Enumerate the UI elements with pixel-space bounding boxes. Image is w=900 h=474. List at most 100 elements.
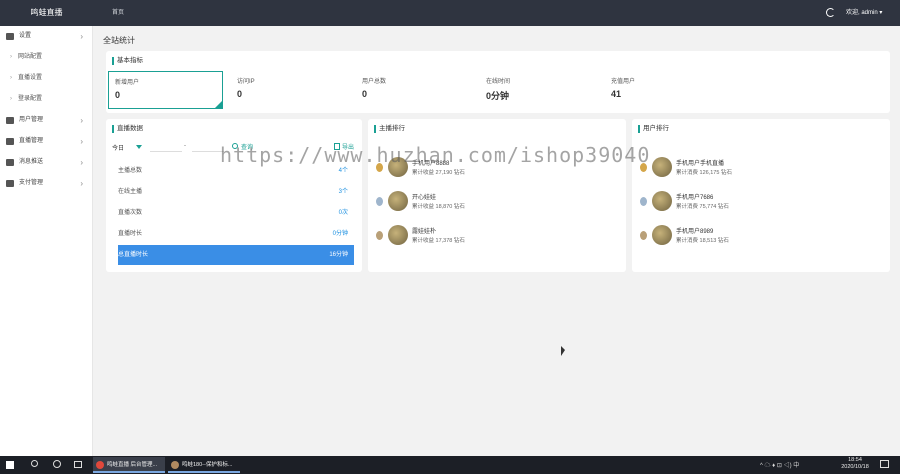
sidebar: 设置 › 网站配置 直播设置 登录配置 用户管理 › 直播管理 › 消息推送 ›… xyxy=(0,26,93,456)
rank-name: 开心娃娃 xyxy=(412,195,437,201)
start-date-input[interactable] xyxy=(150,143,182,152)
chevron-right-icon: › xyxy=(80,137,83,146)
anchor-rank-card: 主播排行 手机用户8888 累计收益 27,190 钻石 开心娃娃 累计收益 1… xyxy=(368,119,626,272)
stat-label: 新增用户 xyxy=(115,80,140,86)
stat-visit-ip[interactable]: 访问IP 0 xyxy=(231,71,346,109)
row-value: 16分钟 xyxy=(329,252,348,258)
bronze-medal-icon xyxy=(376,231,383,240)
chevron-right-icon: › xyxy=(80,32,83,41)
sidebar-subitem-live-settings[interactable]: 直播设置 xyxy=(0,68,92,89)
basic-indicators-card: 基本指标 新增用户 0 访问IP 0 用户总数 0 在线时间 0分钟 充值用户 … xyxy=(106,51,890,113)
row-label: 总直播时长 xyxy=(118,252,149,258)
windows-start-icon[interactable] xyxy=(6,461,14,469)
rank-row[interactable]: 露娃娃朴 累计收益 17,378 钻石 xyxy=(374,223,614,247)
row-value: 0分钟 xyxy=(332,231,348,237)
user-menu[interactable]: 欢迎, admin ▾ xyxy=(846,0,882,26)
rank-name: 手机用户7686 xyxy=(676,195,714,201)
rank-row[interactable]: 开心娃娃 累计收益 18,870 钻石 xyxy=(374,189,614,213)
card-title: 基本指标 xyxy=(112,57,143,65)
taskbar-app-label: 鸣蛙180--保护和标... xyxy=(182,462,233,468)
rank-row[interactable]: 手机用户手机直播 累计消费 126,175 钻石 xyxy=(638,155,878,179)
chevron-down-icon[interactable] xyxy=(136,145,142,149)
task-view-icon[interactable] xyxy=(74,461,82,468)
stat-total-users[interactable]: 用户总数 0 xyxy=(356,71,471,109)
avatar xyxy=(652,225,672,245)
user-rank-card: 用户排行 手机用户手机直播 累计消费 126,175 钻石 手机用户7686 累… xyxy=(632,119,890,272)
os-taskbar: 鸣蛙直播 后台管理... 鸣蛙180--保护和标... ^ ☁ ♦ ⊡ ◁) 中… xyxy=(0,456,900,474)
row-value: 0次 xyxy=(338,210,348,216)
cortana-icon[interactable] xyxy=(53,460,61,468)
rank-name: 手机用户手机直播 xyxy=(676,161,725,167)
sidebar-item-label: 设置 xyxy=(19,33,32,39)
search-icon[interactable] xyxy=(31,460,38,467)
chevron-right-icon: › xyxy=(80,179,83,188)
gear-icon xyxy=(6,33,14,40)
live-row-live-count: 直播次数 0次 xyxy=(118,203,354,223)
rank-name: 手机用户8989 xyxy=(676,229,714,235)
stat-value: 0 xyxy=(115,90,121,100)
page-title: 全站统计 xyxy=(103,36,135,45)
bronze-medal-icon xyxy=(640,231,647,240)
date-separator: - xyxy=(184,143,186,149)
nav-home-link[interactable]: 首页 xyxy=(112,0,124,26)
clock-time: 18:54 xyxy=(848,457,862,463)
top-bar: 鸣蛙直播 首页 欢迎, admin ▾ xyxy=(0,0,900,26)
row-value: 3个 xyxy=(338,189,348,195)
stat-value: 0 xyxy=(237,89,243,99)
system-tray[interactable]: ^ ☁ ♦ ⊡ ◁) 中 xyxy=(760,460,799,469)
notification-icon[interactable] xyxy=(880,460,889,468)
row-label: 主播总数 xyxy=(118,168,143,174)
stat-value: 41 xyxy=(611,89,622,99)
rank-spending: 累计消费 126,175 钻石 xyxy=(676,170,732,176)
sidebar-item-settings[interactable]: 设置 › xyxy=(0,26,92,47)
taskbar-clock[interactable]: 18:54 2020/10/18 xyxy=(838,457,872,471)
rank-spending: 累计消费 75,774 钻石 xyxy=(676,204,729,210)
mouse-cursor-icon xyxy=(561,346,565,356)
main-content: 全站统计 基本指标 新增用户 0 访问IP 0 用户总数 0 在线时间 0分钟 … xyxy=(93,26,900,456)
rank-spending: 累计消费 18,513 钻石 xyxy=(676,238,729,244)
stat-new-users[interactable]: 新增用户 0 xyxy=(108,71,223,109)
rank-earnings: 累计收益 27,190 钻石 xyxy=(412,170,465,176)
sidebar-item-label: 消息推送 xyxy=(19,159,44,165)
brand-logo[interactable]: 鸣蛙直播 xyxy=(0,0,93,26)
rank-name: 露娃娃朴 xyxy=(412,229,437,235)
live-row-live-duration: 直播时长 0分钟 xyxy=(118,224,354,244)
rank-earnings: 累计收益 17,378 钻石 xyxy=(412,238,465,244)
sidebar-item-label: 直播管理 xyxy=(19,138,44,144)
stat-paying-users[interactable]: 充值用户 41 xyxy=(605,71,720,109)
sidebar-item-messages[interactable]: 消息推送 › xyxy=(0,152,92,173)
sidebar-item-live[interactable]: 直播管理 › xyxy=(0,131,92,152)
live-row-online-anchors: 在线主播 3个 xyxy=(118,182,354,202)
sidebar-item-users[interactable]: 用户管理 › xyxy=(0,110,92,131)
refresh-icon[interactable] xyxy=(826,8,835,17)
rank-row[interactable]: 手机用户7686 累计消费 75,774 钻石 xyxy=(638,189,878,213)
sidebar-subitem-site-config[interactable]: 网站配置 xyxy=(0,47,92,68)
avatar xyxy=(652,157,672,177)
monitor-icon xyxy=(6,180,14,187)
silver-medal-icon xyxy=(640,197,647,206)
bell-icon xyxy=(6,159,14,166)
sidebar-item-label: 支付管理 xyxy=(19,180,44,186)
avatar xyxy=(652,191,672,211)
taskbar-app-browser[interactable]: 鸣蛙直播 后台管理... xyxy=(93,457,165,473)
card-title: 用户排行 xyxy=(638,125,669,133)
row-label: 直播次数 xyxy=(118,210,143,216)
row-label: 在线主播 xyxy=(118,189,143,195)
clock-date: 2020/10/18 xyxy=(841,464,869,470)
stat-label: 在线时间 xyxy=(486,79,511,85)
taskbar-app-second[interactable]: 鸣蛙180--保护和标... xyxy=(168,457,240,473)
stat-online-time[interactable]: 在线时间 0分钟 xyxy=(480,71,595,109)
monitor-icon xyxy=(6,138,14,145)
card-title: 直播数据 xyxy=(112,125,143,133)
sidebar-subitem-login-config[interactable]: 登录配置 xyxy=(0,89,92,110)
chevron-right-icon: › xyxy=(80,158,83,167)
live-row-total-duration: 总直播时长 16分钟 xyxy=(118,245,354,265)
rank-earnings: 累计收益 18,870 钻石 xyxy=(412,204,465,210)
rank-row[interactable]: 手机用户8989 累计消费 18,513 钻石 xyxy=(638,223,878,247)
period-select[interactable]: 今日 xyxy=(112,143,124,152)
stat-value: 0分钟 xyxy=(486,91,510,101)
chevron-right-icon: › xyxy=(80,116,83,125)
stat-label: 充值用户 xyxy=(611,79,636,85)
sidebar-item-payments[interactable]: 支付管理 › xyxy=(0,173,92,194)
row-label: 直播时长 xyxy=(118,231,143,237)
